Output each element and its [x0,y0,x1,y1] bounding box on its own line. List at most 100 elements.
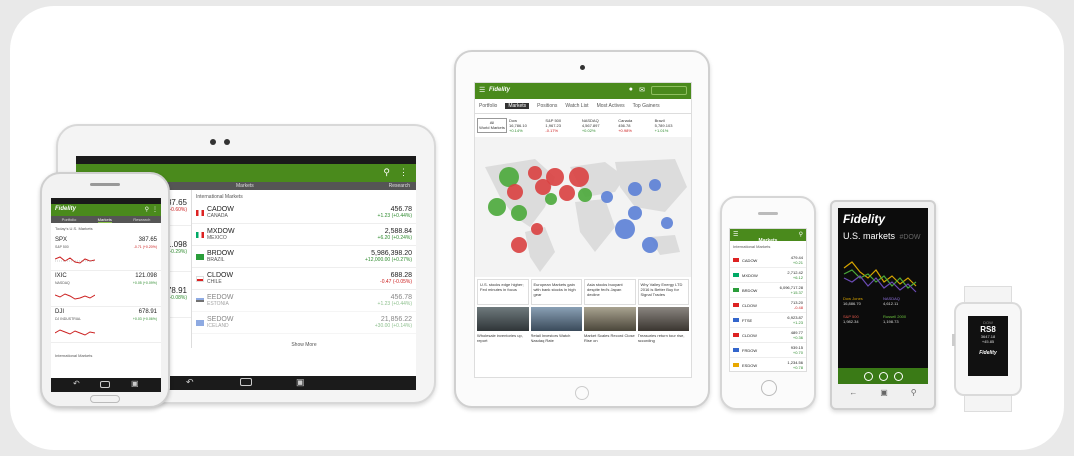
market-row[interactable]: EEDOW ESTONIA 456.78 +1.23 (+0.44%) [192,290,416,312]
section-heading: International Markets [55,353,93,358]
world-market-map[interactable] [475,137,692,277]
home-button[interactable] [575,386,589,400]
market-bubble [628,182,642,196]
index-item[interactable]: DJI DJ INDUSTRIAL 678.91 +0.03 (+0.06%) [51,307,161,343]
market-row[interactable]: CADOW CANADA 456.78 +1.23 (+0.44%) [192,202,416,224]
refresh-icon[interactable] [878,371,888,381]
camera-dot [210,139,216,145]
market-row[interactable]: MXDOW 2,712.42 +6.12 [730,268,806,283]
index-card[interactable]: S&P 500 1,967.23 -0.17% [545,118,579,133]
home-button[interactable] [761,380,777,396]
market-bubble [488,198,506,216]
market-row[interactable]: SEDOW ICELAND 21,856.22 +30.00 (+0.14%) [192,312,416,334]
search-icon[interactable]: ⚲ [799,231,803,238]
search-key-icon[interactable]: ⚲ [911,388,917,402]
index-tile[interactable]: Russell 2000 1,198.73 [883,314,923,332]
overflow-menu-icon[interactable]: ⋮ [399,167,408,178]
tab-research[interactable]: Research [389,182,410,190]
index-tile[interactable]: S&P 500 1,982.34 [843,314,883,332]
show-more-link[interactable]: Show More [192,334,416,348]
home-button[interactable] [90,395,120,403]
news-headline[interactable]: Market Scales Record Close Rise on [584,333,636,347]
index-tile[interactable]: Dow Jones 16,886.70 [843,296,883,314]
news-headline[interactable]: Wholesale inventories up, report [477,333,529,347]
recents-icon[interactable]: ▣ [296,377,305,388]
index-card[interactable]: Canada 456.78 +0.98% [618,118,652,133]
index-card-all[interactable]: All World Markets [477,118,507,133]
add-icon[interactable] [863,371,873,381]
row-change: +1.23 (+0.44%) [377,301,412,307]
index-tile[interactable]: NASDAQ 4,612.11 [883,296,923,314]
market-row[interactable]: FTSE 6,923.87 +1.23 [730,313,806,328]
tab-portfolio[interactable]: Portfolio [479,103,497,109]
market-row[interactable]: CADOW 479.44 +0.21 [730,253,806,268]
index-item[interactable]: IXIC NASDAQ 121.098 +0.05 (+0.09%) [51,271,161,307]
row-name: CLDOW [742,332,757,338]
market-row[interactable]: FRDOW 939.15 +0.70 [730,343,806,358]
market-row[interactable]: CLDOW 713.20 -0.48 [730,298,806,313]
news-headline[interactable]: Treasuries return tour rise, according [638,333,690,347]
profile-icon[interactable]: ● [629,86,633,93]
watch-button-back[interactable] [952,334,955,346]
market-row[interactable]: BRDOW BRAZIL 5,986,398.20 +12,000.00 (+0… [192,246,416,268]
index-change: +0.03 (+0.06%) [132,317,157,321]
news-headline[interactable]: U.S. stocks edge higher; Fed minutes in … [477,279,529,305]
search-icon[interactable]: ⚲ [383,167,390,178]
overflow-menu-icon[interactable]: ⋮ [152,206,158,213]
news-headline[interactable]: European Markets gain with bank stocks i… [530,279,582,305]
index-card[interactable]: Brazil 5,789.103 +1.01% [655,118,689,133]
ipad: ☰ Fidelity ● ✉ Portfolio Markets Positio… [454,50,710,408]
news-photo[interactable] [530,307,582,331]
market-row[interactable]: BRDOW 6,096,717.28 +15.37 [730,283,806,298]
tab-watch-list[interactable]: Watch List [565,103,588,109]
home-icon[interactable] [240,378,252,386]
news-photo[interactable] [637,307,689,331]
tab-most-actives[interactable]: Most Actives [597,103,625,109]
row-name: CADOW [207,206,234,213]
tab-positions[interactable]: Positions [537,103,557,109]
recents-icon[interactable]: ▣ [131,379,139,388]
section-heading: Today's U.S. Markets [55,226,93,231]
product-showcase: ⚲ ⋮ Markets Research 1,987.65 +11.86 (+0… [10,6,1064,450]
market-row[interactable]: CLDOW 489.77 +0.36 [730,328,806,343]
search-icon[interactable] [893,371,903,381]
index-card[interactable]: Dow 16,786.10 +0.14% [509,118,543,133]
next-pivot-label[interactable]: #DOW [899,234,920,241]
back-icon[interactable]: ↶ [186,377,194,388]
market-row[interactable]: CLDOW CHILE 688.28 -0.47 (-0.05%) [192,268,416,290]
index-sub: World Markets [479,125,505,130]
home-icon[interactable] [100,381,110,388]
back-icon[interactable]: ↶ [73,379,80,388]
watch-value: RS8 [980,325,996,334]
back-icon[interactable]: ← [849,388,857,402]
tab-markets[interactable]: Markets [505,103,530,109]
row-name: FTSE [742,317,753,323]
app-bar [838,368,928,384]
row-sub: ICELAND [207,323,229,329]
mexico-flag-icon [196,231,204,238]
index-card[interactable]: NASDAQ 4,567.897 +0.02% [582,118,616,133]
market-row[interactable]: MXDOW MEXICO 2,588.84 +6.20 (+0.24%) [192,224,416,246]
flag-icon [733,348,739,352]
tab-markets[interactable]: Markets [97,216,112,223]
news-photo[interactable] [584,307,636,331]
windows-icon[interactable]: ▣ [880,388,888,402]
news-headline[interactable]: Asia stocks buoyant despite fed's Japan … [584,279,636,305]
windows-phone: Fidelity U.S. markets #DOW Dow Jones 16,… [830,200,936,410]
tab-research[interactable]: Research [133,216,150,223]
news-photo[interactable] [477,307,529,331]
tab-top-gainers[interactable]: Top Gainers [633,103,660,109]
message-icon[interactable]: ✉ [639,86,645,94]
menu-icon[interactable]: ☰ [479,86,485,94]
search-input[interactable] [651,86,687,95]
news-headline[interactable]: Why Valley Energy LTD 2016 is Better Buy… [637,279,689,305]
search-icon[interactable]: ⚲ [145,206,149,213]
sensor-dot [224,139,230,145]
tab-portfolio[interactable]: Portfolio [62,216,77,223]
index-item[interactable]: SPX S&P 500 387.65 -0.71 (+0.20%) [51,235,161,271]
menu-icon[interactable]: ☰ [733,231,738,238]
tab-markets[interactable]: Markets [236,182,254,190]
news-headline[interactable]: Retail Investors Watch Nasdaq Rate [531,333,583,347]
market-row[interactable]: ESDOW 1,234.56 +0.78 [730,358,806,371]
market-bubble [649,179,661,191]
